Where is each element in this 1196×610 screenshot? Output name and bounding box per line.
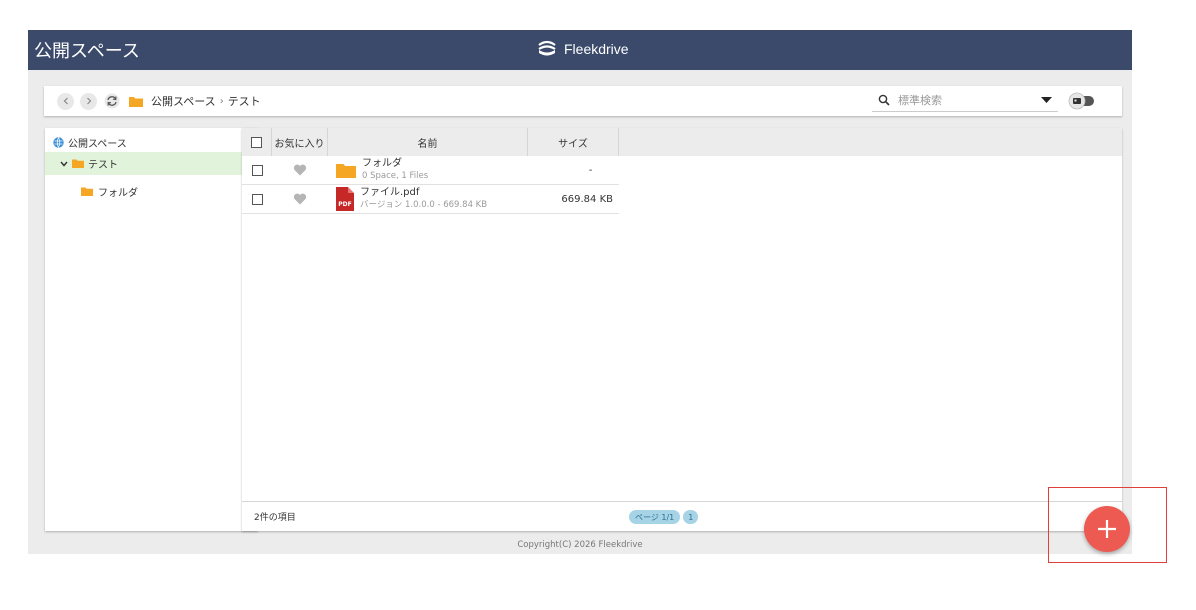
back-button[interactable] bbox=[57, 92, 74, 110]
chevron-right-icon bbox=[86, 97, 91, 105]
search-box bbox=[872, 89, 1058, 112]
refresh-button[interactable] bbox=[103, 92, 121, 110]
forward-button[interactable] bbox=[80, 92, 97, 110]
tree-item-test[interactable]: テスト bbox=[45, 152, 258, 175]
breadcrumb-folder-icon bbox=[129, 96, 143, 107]
row-checkbox[interactable] bbox=[251, 164, 263, 176]
pdf-icon: PDF bbox=[336, 187, 354, 211]
table-row[interactable]: フォルダ 0 Space, 1 Files - bbox=[242, 156, 619, 185]
svg-text:PDF: PDF bbox=[338, 201, 351, 208]
tree-item-folder[interactable]: フォルダ bbox=[81, 184, 138, 199]
breadcrumb: 公開スペース › テスト bbox=[151, 93, 261, 109]
breadcrumb-item-public-space[interactable]: 公開スペース bbox=[151, 93, 216, 109]
fleekdrive-logo-icon bbox=[538, 40, 556, 56]
page-indicator: ページ 1/1 bbox=[629, 510, 681, 524]
file-list-panel: お気に入り 名前 サイズ フォルダ 0 Space, 1 Files - PDF… bbox=[242, 128, 1122, 531]
globe-icon bbox=[53, 137, 64, 148]
page-button-1[interactable]: 1 bbox=[683, 510, 699, 524]
file-name[interactable]: フォルダ bbox=[362, 158, 428, 170]
list-footer: 2件の項目 ページ 1/1 1 bbox=[242, 501, 1122, 531]
refresh-icon bbox=[104, 93, 120, 109]
file-meta: バージョン 1.0.0.0 - 669.84 KB bbox=[360, 200, 488, 210]
search-dropdown-icon[interactable] bbox=[1041, 96, 1052, 104]
file-meta: 0 Space, 1 Files bbox=[362, 171, 429, 181]
copyright-text: Copyright(C) 2026 Fleekdrive bbox=[517, 540, 643, 550]
file-size: 669.84 KB bbox=[561, 193, 613, 205]
add-button[interactable] bbox=[1084, 506, 1130, 552]
brand-name: Fleekdrive bbox=[564, 41, 629, 57]
toolbar: 公開スペース › テスト bbox=[44, 86, 1122, 116]
breadcrumb-separator: › bbox=[219, 95, 224, 107]
table-header: お気に入り 名前 サイズ bbox=[242, 128, 1122, 156]
tree-item-public-space[interactable]: 公開スペース bbox=[53, 135, 127, 150]
search-icon bbox=[878, 94, 890, 106]
file-name[interactable]: ファイル.pdf bbox=[360, 187, 487, 199]
chevron-left-icon bbox=[63, 97, 68, 105]
page-title: 公開スペース bbox=[34, 41, 140, 62]
folder-icon bbox=[81, 187, 93, 196]
folder-icon bbox=[336, 163, 356, 178]
tree-item-label: 公開スペース bbox=[68, 139, 127, 150]
item-count: 2件の項目 bbox=[254, 513, 296, 523]
heart-icon[interactable] bbox=[293, 193, 307, 205]
pagination: ページ 1/1 1 bbox=[629, 510, 699, 524]
file-size: - bbox=[588, 164, 593, 176]
app-header: 公開スペース Fleekdrive bbox=[28, 30, 1132, 70]
chevron-down-icon[interactable] bbox=[59, 160, 69, 168]
search-input[interactable] bbox=[898, 93, 1028, 107]
thumbnail-toggle[interactable] bbox=[1068, 92, 1096, 110]
column-header-size[interactable]: サイズ bbox=[528, 128, 619, 156]
column-header-favorite[interactable]: お気に入り bbox=[272, 128, 328, 156]
folder-icon bbox=[72, 159, 84, 168]
heart-icon[interactable] bbox=[293, 164, 307, 176]
row-checkbox[interactable] bbox=[251, 193, 263, 205]
folder-tree: 公開スペース テスト フォルダ bbox=[45, 128, 258, 531]
tree-item-label: フォルダ bbox=[98, 188, 138, 199]
brand-logo: Fleekdrive bbox=[536, 39, 629, 59]
breadcrumb-item-test[interactable]: テスト bbox=[228, 93, 261, 109]
table-row[interactable]: PDF ファイル.pdf バージョン 1.0.0.0 - 669.84 KB 6… bbox=[242, 185, 619, 214]
folder-icon bbox=[129, 96, 143, 107]
column-header-name[interactable]: 名前 bbox=[328, 128, 528, 156]
select-all-checkbox[interactable] bbox=[251, 136, 262, 148]
tree-item-label: テスト bbox=[88, 160, 118, 171]
app-window: 公開スペース Fleekdrive 公開スペース › テスト 標準検索 公開スペ… bbox=[28, 30, 1132, 554]
select-all-cell bbox=[242, 128, 272, 156]
plus-icon bbox=[1098, 520, 1116, 538]
